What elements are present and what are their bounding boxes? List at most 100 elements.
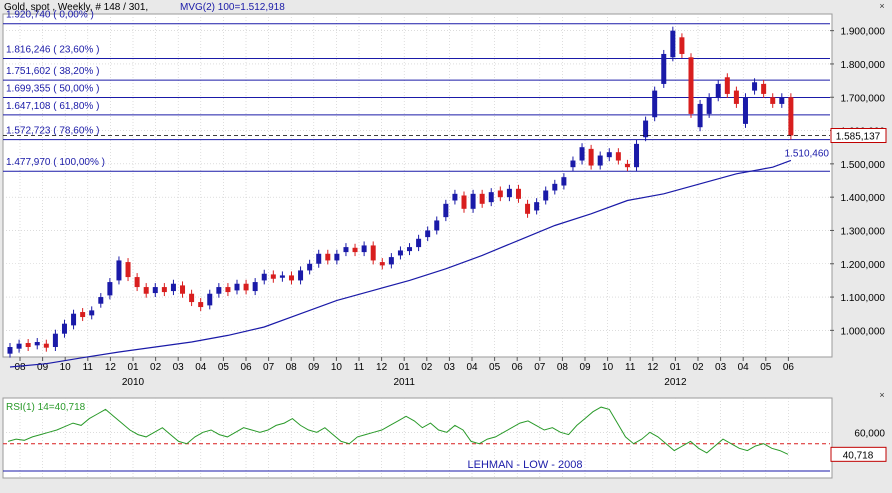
candle-body <box>234 283 240 291</box>
y-tick-label: 1.000,000 <box>841 326 886 337</box>
rsi-title: RSI(1) 14=40,718 <box>6 402 86 413</box>
rsi-panel-close-icon: × <box>879 390 884 400</box>
candle-body <box>534 202 540 211</box>
rsi-panel: 60,000 LEHMAN - LOW - 2008 RSI(1) 14=40,71… <box>2 390 887 479</box>
price-plot-area <box>2 13 833 358</box>
moving-average-value-label: 1.510,460 <box>785 148 830 159</box>
x-tick-label: 07 <box>534 362 546 373</box>
x-tick-label: 03 <box>715 362 727 373</box>
x-tick-label: 01 <box>127 362 139 373</box>
candle-body <box>143 287 149 294</box>
candle-body <box>152 287 158 294</box>
candle-body <box>715 83 721 98</box>
candle-body <box>679 37 685 54</box>
x-tick-label: 12 <box>376 362 388 373</box>
fib-level-label: 1.816,246 ( 23,60% ) <box>6 45 99 56</box>
candle-body <box>416 238 422 248</box>
x-tick-label: 10 <box>60 362 72 373</box>
candle-body <box>597 155 603 166</box>
candle-body <box>661 53 667 84</box>
x-tick-label: 09 <box>579 362 591 373</box>
candle-body <box>170 283 176 292</box>
candle-body <box>89 310 95 316</box>
candle-body <box>752 82 758 91</box>
x-tick-label: 01 <box>670 362 682 373</box>
candle-body <box>652 90 658 118</box>
x-tick-label: 04 <box>466 362 478 373</box>
candle-body <box>497 190 503 198</box>
x-tick-label: 03 <box>173 362 185 373</box>
candle-body <box>43 343 49 348</box>
candle-body <box>479 193 485 204</box>
x-tick-label: 04 <box>738 362 750 373</box>
candle-body <box>461 195 467 209</box>
y-tick-label: 1.700,000 <box>841 93 886 104</box>
candle-body <box>343 247 349 253</box>
candle-body <box>397 250 403 256</box>
x-tick-label: 03 <box>444 362 456 373</box>
candle-body <box>34 342 40 346</box>
candle-body <box>443 203 449 218</box>
year-label: 2012 <box>664 377 687 388</box>
candle-body <box>670 30 676 58</box>
candle-body <box>198 302 204 308</box>
candle-body <box>189 293 195 303</box>
candle-body <box>116 260 122 281</box>
y-tick-label: 1.500,000 <box>841 160 886 171</box>
candle-body <box>225 287 231 293</box>
current-price-label: 1.585,137 <box>836 132 881 143</box>
candle-body <box>52 333 58 348</box>
year-label: 2010 <box>122 377 145 388</box>
candle-body <box>107 282 113 296</box>
chart-canvas: 1.000,000 1.100,000 1.200,000 1.300,000 1.40… <box>2 1 887 479</box>
candle-body <box>71 313 77 326</box>
candle-body <box>7 347 13 354</box>
x-tick-label: 09 <box>308 362 320 373</box>
price-panel: 1.000,000 1.100,000 1.200,000 1.300,000 1.40… <box>2 1 887 388</box>
x-tick-label: 06 <box>512 362 524 373</box>
candle-body <box>388 257 394 265</box>
lehman-low-label: LEHMAN - LOW - 2008 <box>468 459 583 471</box>
candle-body <box>634 143 640 168</box>
x-tick-label: 10 <box>331 362 343 373</box>
candle-body <box>688 57 694 114</box>
candle-body <box>270 274 276 279</box>
candle-body <box>261 273 267 281</box>
x-tick-label: 04 <box>195 362 207 373</box>
x-tick-label: 05 <box>760 362 772 373</box>
candle-body <box>570 160 576 168</box>
candle-body <box>706 97 712 114</box>
price-panel-close-icon: × <box>879 1 884 11</box>
rsi-current-label: 40,718 <box>843 450 874 461</box>
candle-body <box>61 323 67 334</box>
candle-body <box>488 192 494 203</box>
y-tick-label: 1.400,000 <box>841 193 886 204</box>
candle-body <box>161 287 167 293</box>
fib-level-label: 1.751,602 ( 38,20% ) <box>6 66 99 77</box>
candle-body <box>643 120 649 138</box>
candle-body <box>352 247 358 253</box>
candle-body <box>742 97 748 124</box>
x-tick-label: 11 <box>625 362 636 373</box>
candle-body <box>279 275 285 278</box>
candle-body <box>379 262 385 266</box>
candle-body <box>134 277 140 288</box>
x-tick-label: 12 <box>647 362 659 373</box>
candle-body <box>98 297 104 304</box>
fib-level-label: 1.572,723 ( 78,60% ) <box>6 126 99 137</box>
y-tick-label: 1.200,000 <box>841 260 886 271</box>
candle-body <box>80 312 86 318</box>
x-tick-label: 11 <box>83 362 94 373</box>
candle-body <box>525 203 531 214</box>
x-tick-label: 05 <box>218 362 230 373</box>
x-tick-label: 05 <box>489 362 501 373</box>
rsi-plot-area <box>2 397 833 479</box>
candle-body <box>25 343 31 348</box>
x-tick-label: 10 <box>602 362 614 373</box>
rsi-y-tick-label: 60,000 <box>854 428 885 439</box>
candle-body <box>733 90 739 104</box>
x-tick-label: 02 <box>150 362 162 373</box>
candle-body <box>606 152 612 158</box>
candle-body <box>452 193 458 201</box>
candle-body <box>779 97 785 104</box>
